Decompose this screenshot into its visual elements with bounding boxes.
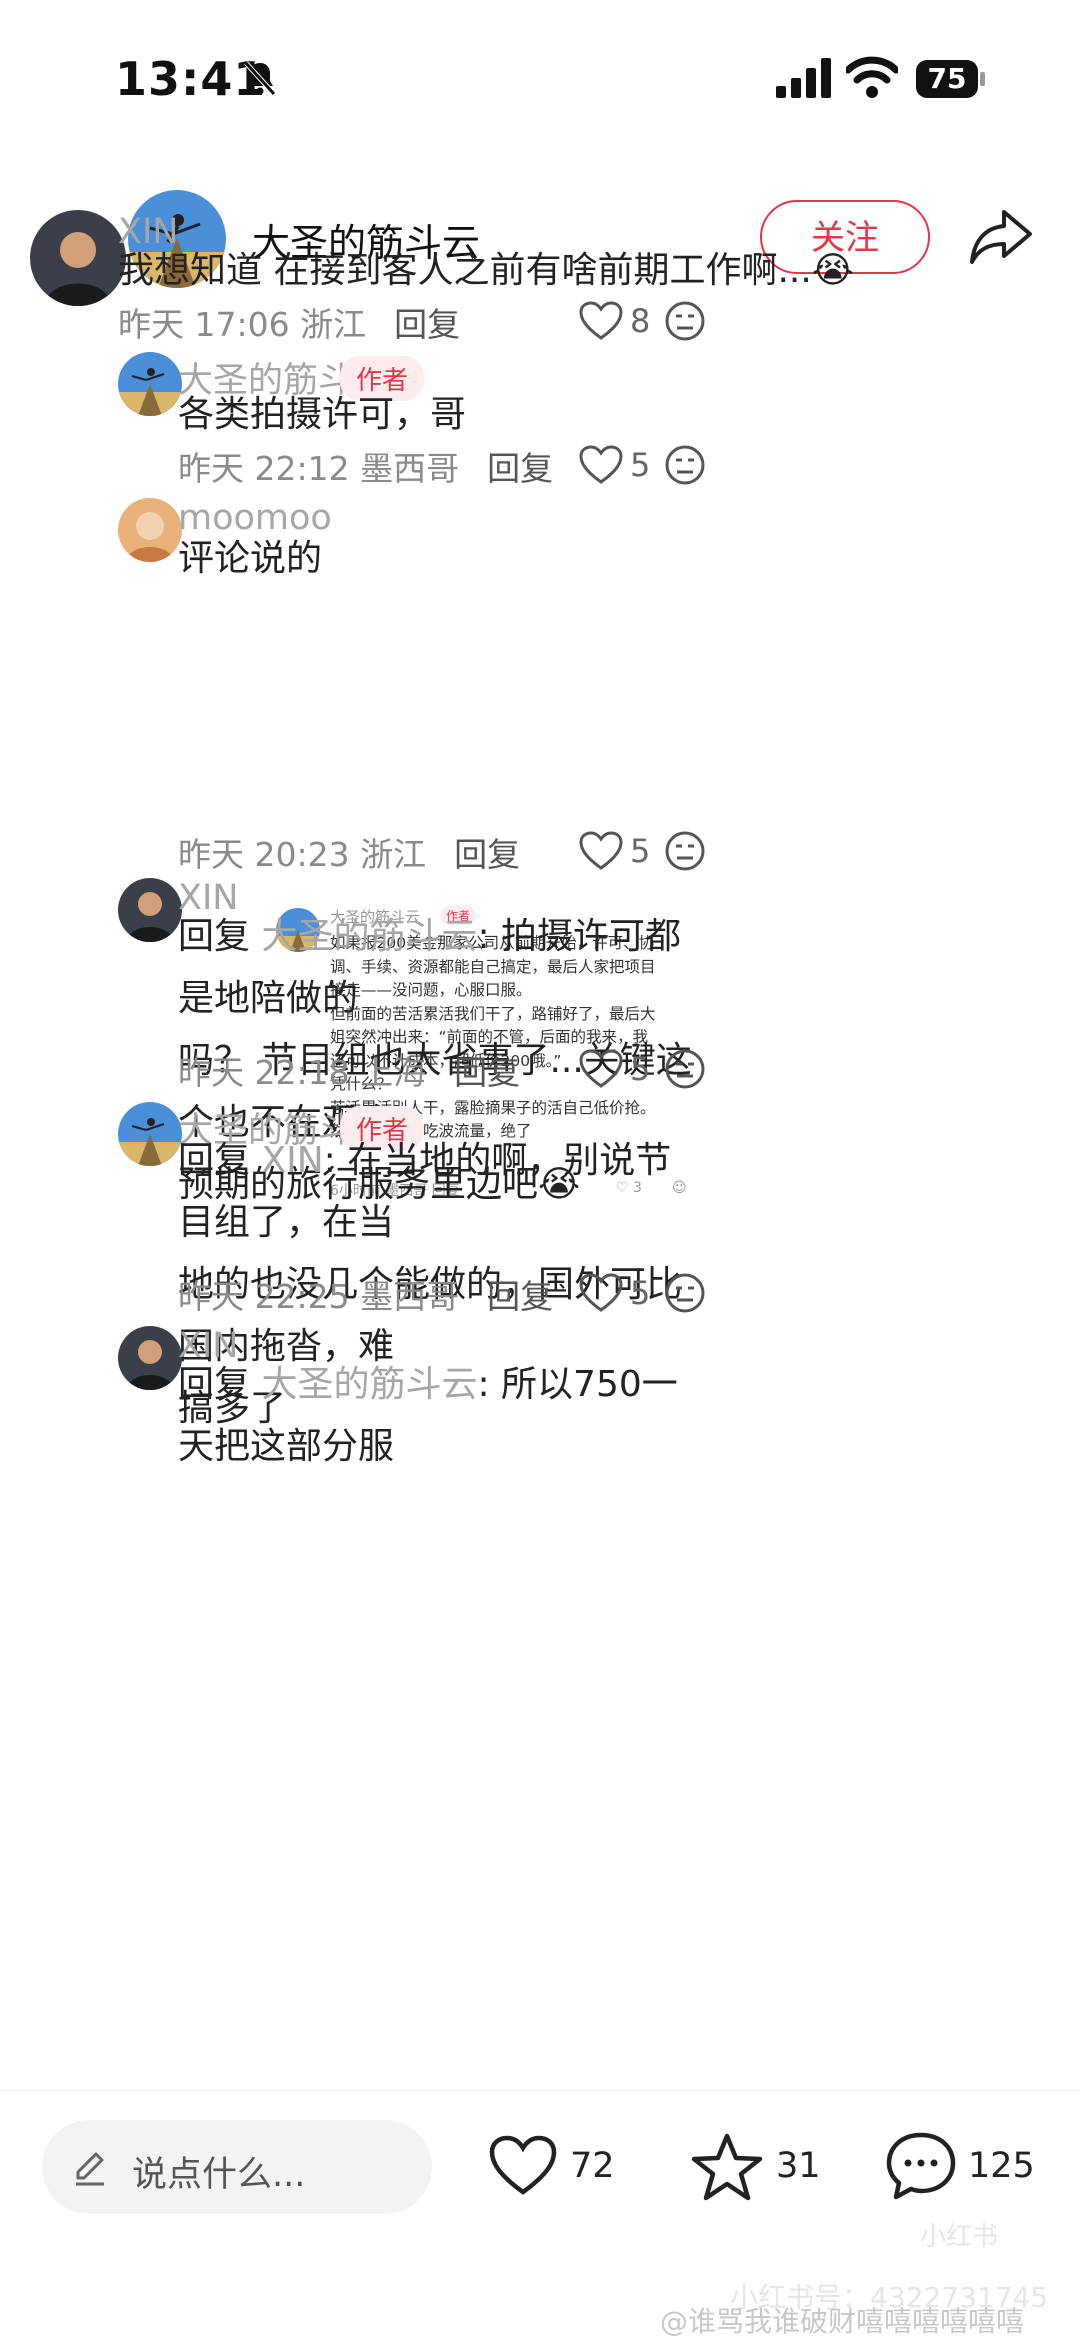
heart-icon	[489, 2135, 557, 2195]
share-icon	[970, 210, 1032, 264]
pencil-icon	[70, 2148, 110, 2188]
avatar[interactable]	[118, 878, 182, 942]
mention-link[interactable]: 大圣的筋斗云	[261, 916, 477, 957]
emoji-reaction-button[interactable]	[664, 1048, 706, 1090]
post-like-count: 72	[570, 2146, 615, 2186]
avatar[interactable]	[118, 1102, 182, 1166]
reply-button[interactable]: 回复	[454, 1053, 520, 1092]
like-count: 5	[630, 1274, 651, 1312]
heart-icon	[579, 1049, 623, 1088]
reply-button[interactable]: 回复	[454, 835, 520, 874]
comment-input-placeholder[interactable]: 说点什么...	[132, 2146, 305, 2197]
favorite-button[interactable]	[690, 2132, 764, 2202]
neutral-face-icon	[665, 301, 705, 341]
comment-meta: 昨天 17:06 浙江 回复	[118, 305, 461, 344]
heart-icon	[579, 1273, 623, 1312]
like-count: 5	[630, 446, 651, 484]
like-count: 8	[630, 302, 651, 340]
mention-link[interactable]: XIN	[261, 1140, 323, 1181]
like-button[interactable]: 8	[578, 300, 668, 344]
heart-icon	[579, 301, 623, 340]
neutral-face-icon	[665, 1049, 705, 1089]
comment-count: 125	[968, 2146, 1035, 2186]
comments-button[interactable]	[884, 2130, 958, 2202]
like-button[interactable]: 5	[578, 830, 668, 874]
like-button[interactable]: 5	[578, 444, 668, 488]
share-button[interactable]	[968, 206, 1034, 268]
battery-icon: 75	[916, 60, 986, 98]
bell-muted-icon	[243, 60, 277, 96]
comment-meta: 昨天 22:18 上海 回复	[178, 1053, 521, 1092]
like-button[interactable]: 5	[578, 1272, 668, 1316]
comment-meta: 昨天 22:25 墨西哥 回复	[178, 1277, 554, 1316]
like-count: 5	[630, 1050, 651, 1088]
avatar[interactable]	[118, 1326, 182, 1390]
comment-meta: 昨天 20:23 浙江 回复	[178, 835, 521, 874]
watermark-handle: @谁骂我谁破财嘻嘻嘻嘻嘻嘻	[660, 2305, 1025, 2338]
emoji-reaction-button[interactable]	[664, 1272, 706, 1314]
battery-level: 75	[916, 60, 978, 98]
avatar[interactable]	[118, 352, 182, 416]
comment-meta: 昨天 22:12 墨西哥 回复	[178, 449, 554, 488]
neutral-face-icon	[665, 445, 705, 485]
chat-bubble-icon	[886, 2132, 956, 2200]
comment-text: 回复 大圣的筋斗云: 所以750一天把这部分服	[178, 1364, 678, 1467]
watermark-logo: 小红书	[920, 2222, 999, 2252]
favorite-count: 31	[776, 2146, 821, 2186]
emoji-reaction-button[interactable]	[664, 300, 706, 342]
comment-text: 评论说的	[178, 538, 323, 579]
wifi-icon	[844, 56, 900, 100]
avatar[interactable]	[118, 498, 182, 562]
comment-text: 我想知道 在接到客人之前有啥前期工作啊...😭	[118, 250, 854, 291]
neutral-face-icon	[665, 831, 705, 871]
heart-icon	[579, 831, 623, 870]
neutral-face-icon	[665, 1273, 705, 1313]
avatar[interactable]	[30, 210, 126, 306]
comment-text: 各类拍摄许可，哥	[178, 394, 467, 435]
reply-button[interactable]: 回复	[394, 305, 460, 344]
mention-link[interactable]: 大圣的筋斗云	[261, 1364, 477, 1405]
reply-button[interactable]: 回复	[487, 449, 553, 488]
emoji-reaction-button[interactable]	[664, 830, 706, 872]
like-count: 5	[630, 832, 651, 870]
heart-icon	[579, 445, 623, 484]
like-post-button[interactable]	[488, 2134, 558, 2198]
reply-button[interactable]: 回复	[487, 1277, 553, 1316]
cellular-signal-icon	[776, 58, 832, 98]
star-icon	[691, 2133, 763, 2201]
emoji-reaction-button[interactable]	[664, 444, 706, 486]
like-button[interactable]: 5	[578, 1048, 668, 1092]
